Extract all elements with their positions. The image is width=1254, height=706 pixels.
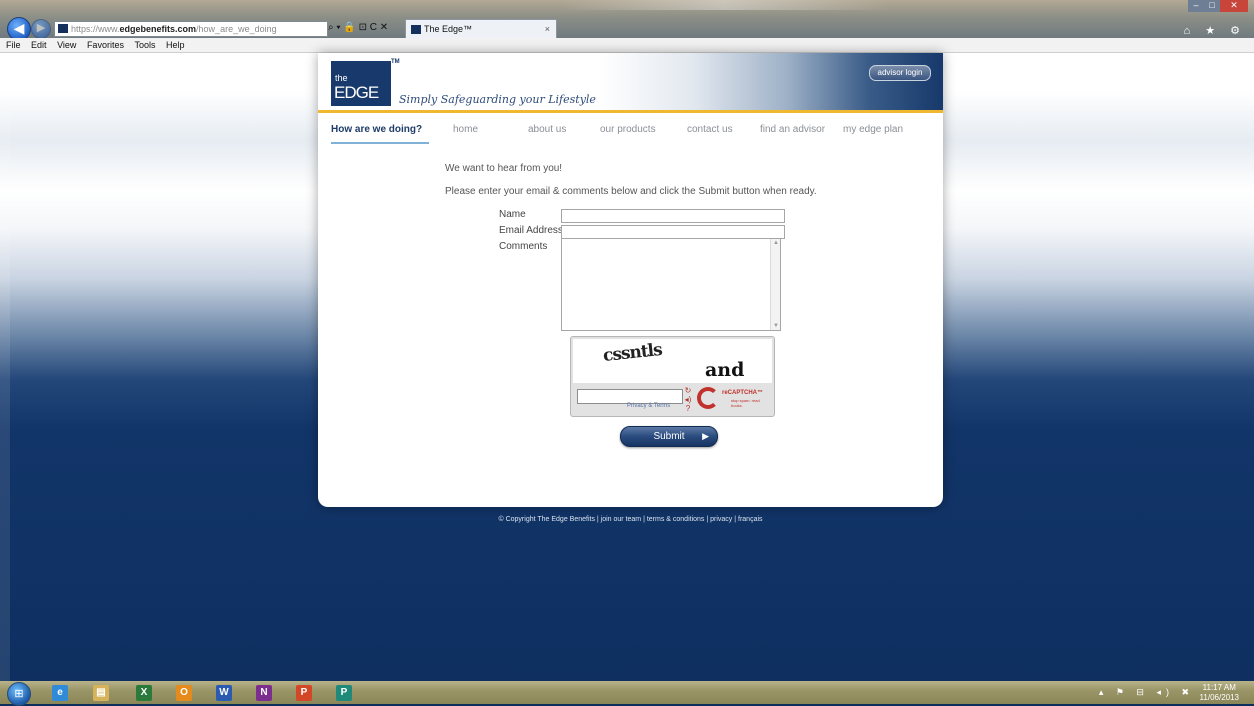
nav-home[interactable]: home xyxy=(453,124,478,135)
tab-close-icon[interactable]: × xyxy=(545,20,550,39)
scroll-down-icon[interactable]: ▼ xyxy=(773,323,779,329)
intro-text: Please enter your email & comments below… xyxy=(445,186,817,197)
advisor-login-button[interactable]: advisor login xyxy=(869,65,931,81)
captcha-image: cssntls and xyxy=(573,339,772,383)
address-bar-tools[interactable]: ⌕ ▾ 🔒 ⊡ C ✕ xyxy=(328,21,388,35)
address-bar[interactable]: https://www.edgebenefits.com/how_are_we_… xyxy=(54,21,328,37)
menu-view[interactable]: View xyxy=(57,40,76,50)
email-input[interactable] xyxy=(561,225,785,239)
minimize-button[interactable]: – xyxy=(1188,0,1204,12)
logo-trademark: TM xyxy=(391,59,400,65)
refresh-icon[interactable]: ↻ xyxy=(683,386,693,395)
tab-title: The Edge™ xyxy=(424,24,473,34)
nav-about-us[interactable]: about us xyxy=(528,124,566,135)
comments-label: Comments xyxy=(499,241,548,252)
window-controls: – □ ✕ xyxy=(1188,0,1248,12)
menu-file[interactable]: File xyxy=(6,40,21,50)
taskbar-clock[interactable]: 11:17 AM 11/06/2013 xyxy=(1200,683,1239,703)
nav-find-an-advisor[interactable]: find an advisor xyxy=(760,124,825,135)
recaptcha-slogan: stop spam. read books. xyxy=(731,398,760,408)
email-label: Email Address xyxy=(499,225,563,236)
menu-favorites[interactable]: Favorites xyxy=(87,40,124,50)
file-explorer-icon[interactable]: ▤ xyxy=(93,685,109,701)
browser-toolbar: ◀ ▶ https://www.edgebenefits.com/how_are… xyxy=(0,0,1254,41)
maximize-button[interactable]: □ xyxy=(1204,0,1220,12)
submit-arrow-icon: ▶ xyxy=(702,431,709,441)
captcha-tools: ↻ ◂) ? xyxy=(683,386,693,413)
browser-tab[interactable]: The Edge™ × xyxy=(405,19,557,39)
name-label: Name xyxy=(499,209,526,220)
clock-date: 11/06/2013 xyxy=(1199,693,1239,702)
menu-tools[interactable]: Tools xyxy=(134,40,155,50)
tab-favicon xyxy=(411,25,421,34)
submit-label: Submit xyxy=(653,431,685,442)
scroll-up-icon[interactable]: ▲ xyxy=(773,240,779,246)
close-window-button[interactable]: ✕ xyxy=(1220,0,1248,12)
site-nav: How are we doing? home about us our prod… xyxy=(318,124,943,148)
site-tagline: Simply Safeguarding your Lifestyle xyxy=(399,93,596,106)
audio-icon[interactable]: ◂) xyxy=(683,395,693,404)
word-icon[interactable]: W xyxy=(216,685,232,701)
titlebar-glow xyxy=(560,0,890,10)
active-nav-underline xyxy=(331,142,429,144)
menu-bar: File Edit View Favorites Tools Help xyxy=(0,38,1254,53)
site-card: the EDGE TM Simply Safeguarding your Lif… xyxy=(318,53,943,507)
nav-my-edge-plan[interactable]: my edge plan xyxy=(843,124,903,135)
recaptcha-brand-text: reCAPTCHA™ xyxy=(722,390,764,396)
name-input[interactable] xyxy=(561,209,785,223)
submit-button[interactable]: Submit ▶ xyxy=(620,426,718,447)
recaptcha-logo: reCAPTCHA™ stop spam. read books. xyxy=(695,385,773,413)
url-path: /how_are_we_doing xyxy=(196,24,277,34)
windows-taskbar: ⊞ e ▤ X O W N P P ▴ ⚑ ⊟ ◂) ✖ 11:17 AM 11/06/201… xyxy=(0,681,1254,706)
excel-icon[interactable]: X xyxy=(136,685,152,701)
captcha-response-input[interactable] xyxy=(577,389,683,404)
system-tray[interactable]: ▴ ⚑ ⊟ ◂) ✖ xyxy=(1099,687,1194,698)
recaptcha-widget: cssntls and Privacy & Terms ↻ ◂) ? reCAP… xyxy=(570,336,775,417)
logo-the-text: the xyxy=(335,73,348,83)
url-prefix: https://www. xyxy=(71,24,120,34)
site-favicon xyxy=(58,24,68,33)
outlook-icon[interactable]: O xyxy=(176,685,192,701)
url-host: edgebenefits.com xyxy=(119,24,197,34)
captcha-word-1: cssntls xyxy=(602,339,663,367)
onenote-icon[interactable]: N xyxy=(256,685,272,701)
help-icon[interactable]: ? xyxy=(683,404,693,413)
edge-logo[interactable]: the EDGE xyxy=(331,61,391,106)
captcha-privacy-link[interactable]: Privacy & Terms xyxy=(627,403,670,409)
nav-contact-us[interactable]: contact us xyxy=(687,124,733,135)
powerpoint-icon[interactable]: P xyxy=(296,685,312,701)
comments-scrollbar[interactable]: ▲ ▼ xyxy=(770,239,780,330)
home-favorites-settings-icons[interactable]: ⌂ ★ ⚙ xyxy=(1184,24,1246,37)
forward-arrow-icon[interactable]: ▶ xyxy=(31,19,51,39)
page-background-edge xyxy=(0,53,10,681)
site-footer[interactable]: © Copyright The Edge Benefits | join our… xyxy=(318,516,943,523)
intro-heading: We want to hear from you! xyxy=(445,163,563,174)
nav-our-products[interactable]: our products xyxy=(600,124,656,135)
comments-textarea[interactable]: ▲ ▼ xyxy=(561,238,781,331)
windows-start-icon[interactable]: ⊞ xyxy=(7,682,31,706)
captcha-word-2: and xyxy=(705,359,745,381)
internet-explorer-icon[interactable]: e xyxy=(52,685,68,701)
site-header: the EDGE TM Simply Safeguarding your Lif… xyxy=(318,53,943,113)
nav-how-are-we-doing[interactable]: How are we doing? xyxy=(331,124,422,135)
menu-edit[interactable]: Edit xyxy=(31,40,47,50)
clock-time: 11:17 AM xyxy=(1202,683,1236,692)
logo-edge-text: EDGE xyxy=(334,83,379,102)
menu-help[interactable]: Help xyxy=(166,40,185,50)
recaptcha-c-icon xyxy=(697,387,719,409)
publisher-icon[interactable]: P xyxy=(336,685,352,701)
